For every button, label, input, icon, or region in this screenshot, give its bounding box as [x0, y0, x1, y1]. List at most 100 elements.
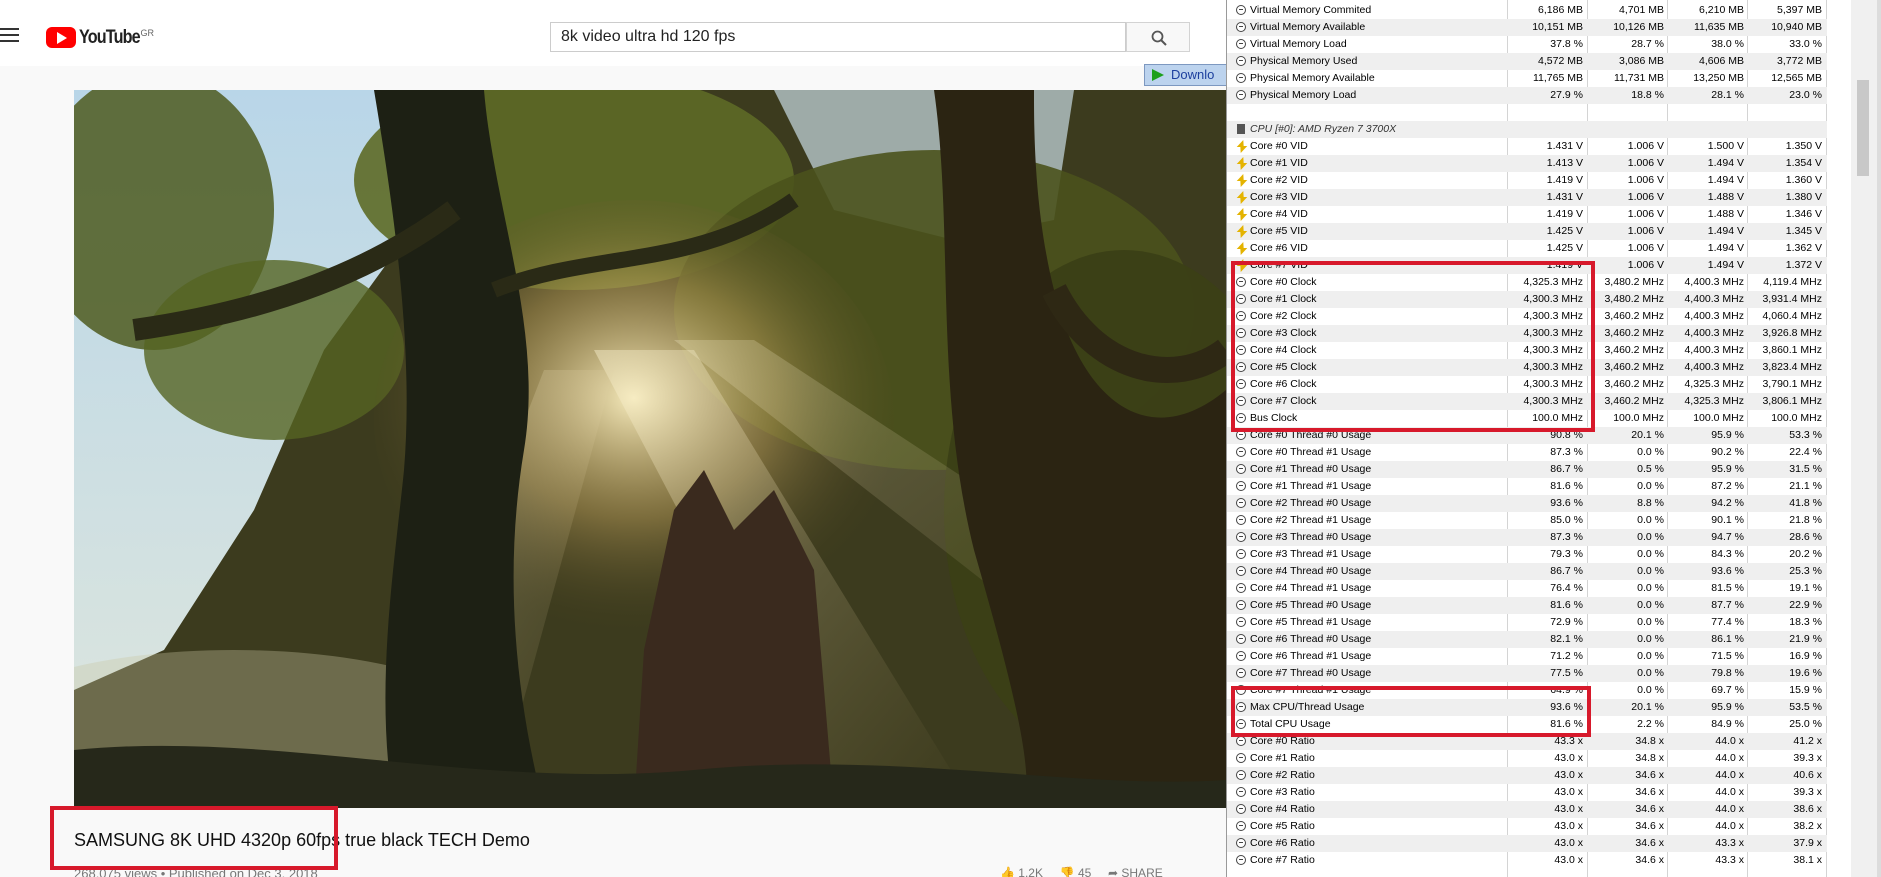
youtube-window: YouTube GR 8k video ultra hd 120 fps Dow… [0, 0, 1226, 877]
sensor-average: 23.0 % [1789, 89, 1822, 101]
sensor-row[interactable]: Core #6 Thread #1 Usage 71.2 % 0.0 % 71.5 %… [1227, 648, 1827, 665]
sensor-average: 25.0 % [1789, 718, 1822, 730]
sensor-row[interactable]: Core #7 Clock 4,300.3 MHz 3,460.2 MHz 4,325… [1227, 393, 1827, 410]
sensor-row[interactable]: Core #7 Ratio 43.0 x 34.6 x 43.3 x 38.1 x [1227, 852, 1827, 869]
sensor-row[interactable]: Physical Memory Load 27.9 % 18.8 % 28.1 % 23… [1227, 87, 1827, 104]
sensor-row[interactable] [1227, 104, 1827, 121]
sensor-average: 38.6 x [1793, 803, 1822, 815]
sensor-average: 1.345 V [1785, 225, 1822, 237]
youtube-play-icon [46, 27, 76, 48]
share-button[interactable]: SHARE [1121, 866, 1162, 877]
sensor-average: 1.354 V [1785, 157, 1822, 169]
sensor-average: 41.8 % [1789, 497, 1822, 509]
search-button[interactable] [1126, 22, 1190, 52]
sensor-row[interactable]: Core #6 Clock 4,300.3 MHz 3,460.2 MHz 4,325… [1227, 376, 1827, 393]
search-icon [1151, 30, 1167, 46]
sensor-average: 21.1 % [1789, 480, 1822, 492]
like-count[interactable]: 1.2K [1018, 866, 1043, 877]
sensor-row[interactable]: Core #0 Thread #1 Usage 87.3 % 0.0 % 90.2 %… [1227, 444, 1827, 461]
youtube-logo[interactable]: YouTube GR [46, 27, 154, 49]
sensor-average: 40.6 x [1793, 769, 1822, 781]
sensor-row[interactable]: Core #0 Clock 4,325.3 MHz 3,480.2 MHz 4,400… [1227, 274, 1827, 291]
share-icon[interactable]: ➦ [1108, 866, 1118, 877]
sensor-average: 4,060.4 MHz [1762, 310, 1822, 322]
sensor-row[interactable]: Core #7 VID 1.419 V 1.006 V 1.494 V 1.372 V [1227, 257, 1827, 274]
sensor-row[interactable]: Core #7 Thread #1 Usage 64.9 % 0.0 % 69.7 %… [1227, 682, 1827, 699]
sensor-average: 1.362 V [1785, 242, 1822, 254]
sensor-average: 1.346 V [1785, 208, 1822, 220]
sensor-average: 39.3 x [1793, 786, 1822, 798]
sensor-average: 16.9 % [1789, 650, 1822, 662]
dislike-icon[interactable]: 👎 [1060, 866, 1075, 877]
video-title: SAMSUNG 8K UHD 4320p 60fps true black TE… [74, 830, 530, 850]
sensor-section-header[interactable]: CPU [#0]: AMD Ryzen 7 3700X [1227, 121, 1827, 138]
sensor-row[interactable]: Core #0 VID 1.431 V 1.006 V 1.500 V 1.350 V [1227, 138, 1827, 155]
sensor-row[interactable]: Core #1 Thread #0 Usage 86.7 % 0.5 % 95.9 %… [1227, 461, 1827, 478]
sensor-row[interactable]: Core #3 Thread #0 Usage 87.3 % 0.0 % 94.7 %… [1227, 529, 1827, 546]
like-icon[interactable]: 👍 [1000, 866, 1015, 877]
sensor-row[interactable]: Physical Memory Available 11,765 MB 11,731… [1227, 70, 1827, 87]
sensor-row[interactable]: Core #7 Thread #0 Usage 77.5 % 0.0 % 79.8 %… [1227, 665, 1827, 682]
search-input[interactable]: 8k video ultra hd 120 fps [550, 22, 1126, 52]
dislike-count[interactable]: 45 [1078, 866, 1091, 877]
sensor-row[interactable]: Core #4 Thread #1 Usage 76.4 % 0.0 % 81.5 %… [1227, 580, 1827, 597]
sensor-row[interactable]: Core #0 Thread #0 Usage 90.8 % 20.1 % 95.9 … [1227, 427, 1827, 444]
sensor-average: 10,940 MB [1771, 21, 1822, 33]
sensor-row[interactable]: Core #3 Ratio 43.0 x 34.6 x 44.0 x 39.3 x [1227, 784, 1827, 801]
sensor-row[interactable]: Core #3 VID 1.431 V 1.006 V 1.488 V 1.380 V [1227, 189, 1827, 206]
sensor-row[interactable]: Core #6 Ratio 43.0 x 34.6 x 43.3 x 37.9 x [1227, 835, 1827, 852]
sensor-row[interactable]: Core #4 VID 1.419 V 1.006 V 1.488 V 1.346 V [1227, 206, 1827, 223]
sensor-label: CPU [#0]: AMD Ryzen 7 3700X [1250, 123, 1397, 135]
hamburger-menu-icon[interactable] [0, 28, 19, 42]
sensor-row[interactable]: Virtual Memory Available 10,151 MB 10,126 … [1227, 19, 1827, 36]
sensor-row[interactable]: Bus Clock 100.0 MHz 100.0 MHz 100.0 MHz 100.… [1227, 410, 1827, 427]
sensor-average: 20.2 % [1789, 548, 1822, 560]
sensor-row[interactable]: Core #2 Thread #0 Usage 93.6 % 8.8 % 94.2 %… [1227, 495, 1827, 512]
sensor-row[interactable]: Virtual Memory Load 37.8 % 28.7 % 38.0 % 33.… [1227, 36, 1827, 53]
sensor-average: 31.5 % [1789, 463, 1822, 475]
sensor-row[interactable]: Core #0 Ratio 43.3 x 34.8 x 44.0 x 41.2 x [1227, 733, 1827, 750]
sensor-average: 53.5 % [1789, 701, 1822, 713]
sensor-average: 15.9 % [1789, 684, 1822, 696]
sensor-row[interactable]: Core #4 Ratio 43.0 x 34.6 x 44.0 x 38.6 x [1227, 801, 1827, 818]
sensor-row[interactable]: Core #1 Thread #1 Usage 81.6 % 0.0 % 87.2 %… [1227, 478, 1827, 495]
sensor-row[interactable]: Core #3 Thread #1 Usage 79.3 % 0.0 % 84.3 %… [1227, 546, 1827, 563]
sensor-row[interactable]: Core #2 VID 1.419 V 1.006 V 1.494 V 1.360 V [1227, 172, 1827, 189]
sensor-row[interactable]: Core #1 Ratio 43.0 x 34.8 x 44.0 x 39.3 x [1227, 750, 1827, 767]
sensor-average: 5,397 MB [1777, 4, 1822, 16]
sensor-average: 3,790.1 MHz [1762, 378, 1822, 390]
sensor-row[interactable]: Core #2 Ratio 43.0 x 34.6 x 44.0 x 40.6 x [1227, 767, 1827, 784]
sensor-row[interactable]: Core #5 Thread #0 Usage 81.6 % 0.0 % 87.7 %… [1227, 597, 1827, 614]
sensor-average: 21.9 % [1789, 633, 1822, 645]
sensor-row[interactable]: Core #5 Thread #1 Usage 72.9 % 0.0 % 77.4 %… [1227, 614, 1827, 631]
sensor-row[interactable]: Total CPU Usage 81.6 % 2.2 % 84.9 % 25.0 % [1227, 716, 1827, 733]
sensor-average: 100.0 MHz [1771, 412, 1822, 424]
scrollbar-track-edge [1877, 0, 1881, 877]
sensor-average: 22.4 % [1789, 446, 1822, 458]
download-button[interactable]: Downlo [1144, 64, 1226, 86]
sensor-average: 25.3 % [1789, 565, 1822, 577]
sensor-row[interactable]: Core #1 Clock 4,300.3 MHz 3,480.2 MHz 4,400… [1227, 291, 1827, 308]
sensor-row[interactable]: Core #6 Thread #0 Usage 82.1 % 0.0 % 86.1 %… [1227, 631, 1827, 648]
sensor-average: 3,926.8 MHz [1762, 327, 1822, 339]
sensor-row[interactable]: Core #1 VID 1.413 V 1.006 V 1.494 V 1.354 V [1227, 155, 1827, 172]
sensor-average: 22.9 % [1789, 599, 1822, 611]
sensor-row[interactable]: Core #4 Clock 4,300.3 MHz 3,460.2 MHz 4,400… [1227, 342, 1827, 359]
sensor-row[interactable]: Core #5 Ratio 43.0 x 34.6 x 44.0 x 38.2 x [1227, 818, 1827, 835]
scrollbar-thumb[interactable] [1857, 80, 1869, 176]
sensor-average: 18.3 % [1789, 616, 1822, 628]
sensor-row[interactable]: Core #4 Thread #0 Usage 86.7 % 0.0 % 93.6 %… [1227, 563, 1827, 580]
sensor-row[interactable]: Max CPU/Thread Usage 93.6 % 20.1 % 95.9 % 53… [1227, 699, 1827, 716]
sensor-row[interactable]: Virtual Memory Commited 6,186 MB 4,701 MB 6… [1227, 2, 1827, 19]
sensor-row[interactable]: Core #5 VID 1.425 V 1.006 V 1.494 V 1.345 V [1227, 223, 1827, 240]
sensor-row[interactable]: Physical Memory Used 4,572 MB 3,086 MB 4,60… [1227, 53, 1827, 70]
sensor-average: 37.9 x [1793, 837, 1822, 849]
sensor-row[interactable]: Core #5 Clock 4,300.3 MHz 3,460.2 MHz 4,400… [1227, 359, 1827, 376]
sensor-average: 3,823.4 MHz [1762, 361, 1822, 373]
sensor-row[interactable]: Core #6 VID 1.425 V 1.006 V 1.494 V 1.362 V [1227, 240, 1827, 257]
hwinfo-sensor-panel: Virtual Memory Commited 6,186 MB 4,701 MB 6… [1226, 0, 1881, 877]
sensor-row[interactable]: Core #2 Clock 4,300.3 MHz 3,460.2 MHz 4,400… [1227, 308, 1827, 325]
sensor-row[interactable]: Core #3 Clock 4,300.3 MHz 3,460.2 MHz 4,400… [1227, 325, 1827, 342]
sensor-row[interactable]: Core #2 Thread #1 Usage 85.0 % 0.0 % 90.1 %… [1227, 512, 1827, 529]
video-player[interactable] [74, 90, 1226, 808]
